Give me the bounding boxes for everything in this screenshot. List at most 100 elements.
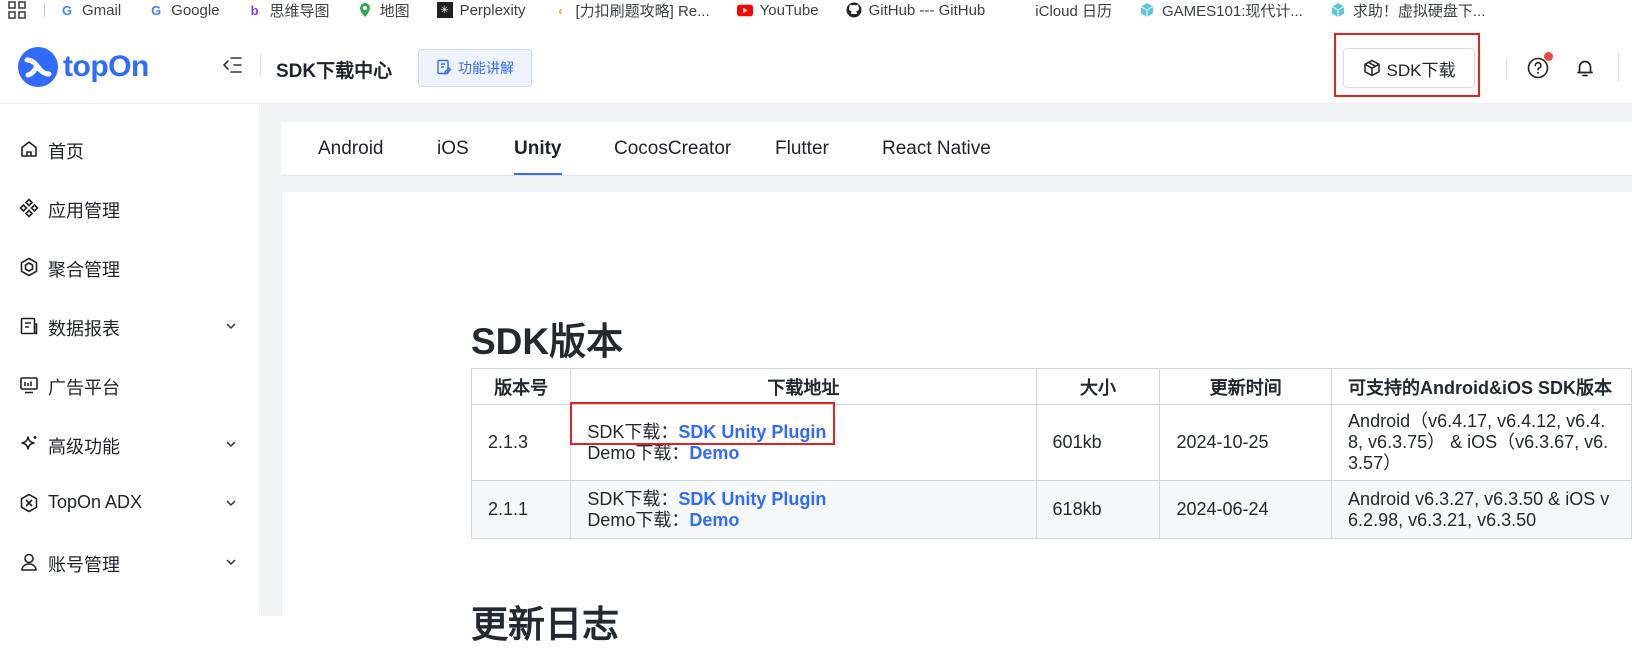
sidebar-item-label: 数据报表 xyxy=(48,319,120,339)
bookmark-label: Google xyxy=(171,1,220,19)
notification-dot xyxy=(1544,52,1553,61)
package-icon xyxy=(1363,59,1380,77)
leetcode-icon: ‹ xyxy=(558,2,563,18)
sidebar-item-app-management[interactable]: 应用管理 xyxy=(0,187,260,227)
app-header: topOn SDK下载中心 功能讲解 SDK下载 xyxy=(0,20,1632,104)
bookmark-label: Perplexity xyxy=(459,1,526,19)
chevron-down-icon[interactable] xyxy=(224,435,238,449)
bookmarks-bar: G Gmail G Google b 思维导图 地图 ✳ Perplexity … xyxy=(0,0,1632,20)
tab-ios[interactable]: iOS xyxy=(437,138,469,160)
sidebar-item-account[interactable]: 账号管理 xyxy=(0,541,260,581)
apps-icon xyxy=(18,197,40,219)
demo-link[interactable]: Demo xyxy=(689,510,739,530)
apps-grid-icon[interactable] xyxy=(8,0,30,20)
adx-icon xyxy=(18,492,40,514)
sidebar-item-mediation[interactable]: 聚合管理 xyxy=(0,246,260,286)
sidebar-item-label: 高级功能 xyxy=(48,437,120,457)
sdk-download-button[interactable]: SDK下载 xyxy=(1343,48,1475,88)
sidebar-item-home[interactable]: 首页 xyxy=(0,128,260,168)
sidebar-item-reports[interactable]: 数据报表 xyxy=(0,305,260,345)
bookmark-gmail[interactable]: G Gmail xyxy=(59,0,121,20)
tab-cocoscreator[interactable]: CocosCreator xyxy=(614,138,731,160)
apple-icon xyxy=(1012,2,1028,18)
bookmark-mindmap[interactable]: b 思维导图 xyxy=(247,0,330,20)
header-divider xyxy=(1506,59,1507,79)
sidebar-item-topon-adx[interactable]: TopOn ADX xyxy=(0,482,260,522)
sdk-download-label: SDK下载 xyxy=(1386,60,1456,80)
logo-text: topOn xyxy=(63,50,149,83)
bookmarks-divider xyxy=(44,3,45,17)
version-cell: 2.1.3 xyxy=(470,404,572,481)
bookmark-label: GAMES101:现代计... xyxy=(1161,2,1303,20)
bookmark-label: YouTube xyxy=(759,1,819,19)
topon-logo[interactable]: topOn xyxy=(17,46,149,88)
active-tab-indicator xyxy=(514,173,562,175)
chevron-down-icon[interactable] xyxy=(224,553,238,567)
header-divider xyxy=(260,53,261,77)
sidebar-item-label: 聚合管理 xyxy=(48,260,120,280)
demo-link[interactable]: Demo xyxy=(689,443,739,463)
column-header: 可支持的Android&iOS SDK版本 xyxy=(1331,368,1632,405)
chevron-down-icon[interactable] xyxy=(224,494,238,508)
platform-tabs: Android iOS Unity CocosCreator Flutter R… xyxy=(281,122,1632,176)
cube-icon xyxy=(1139,2,1155,18)
bookmark-label: 求助！虚拟硬盘下... xyxy=(1352,2,1486,20)
monitor-icon xyxy=(18,374,40,396)
support-cell: Android（v6.4.17, v6.4.12, v6.4. 8, v6.3.… xyxy=(1331,404,1632,481)
table-row: 2.1.1 SDK下载：SDK Unity Plugin Demo下载：Demo… xyxy=(470,480,1632,539)
sidebar-item-label: 应用管理 xyxy=(48,201,120,221)
support-line: Android（v6.4.17, v6.4.12, v6.4. xyxy=(1348,411,1606,431)
bookmark-icloud[interactable]: iCloud 日历 xyxy=(1012,0,1112,20)
sdk-unity-plugin-link[interactable]: SDK Unity Plugin xyxy=(678,489,826,509)
sdk-version-table: 版本号 下载地址 大小 更新时间 可支持的Android&iOS SDK版本 2… xyxy=(470,368,1632,539)
topon-logo-icon xyxy=(18,47,58,87)
size-cell: 618kb xyxy=(1035,480,1161,539)
bookmark-github[interactable]: GitHub --- GitHub xyxy=(846,0,986,20)
bookmark-label: 地图 xyxy=(379,2,410,20)
bookmark-label: GitHub --- GitHub xyxy=(868,1,986,19)
user-icon xyxy=(18,551,40,573)
sdk-download-label: SDK下载： xyxy=(587,488,679,509)
google-g-icon: G xyxy=(151,2,162,18)
sidebar-item-advanced[interactable]: 高级功能 xyxy=(0,423,260,463)
sidebar-item-label: TopOn ADX xyxy=(48,492,143,512)
tab-react-native[interactable]: React Native xyxy=(882,138,991,160)
header-divider xyxy=(1618,53,1619,81)
bookmark-help-vdisk[interactable]: 求助！虚拟硬盘下... xyxy=(1330,0,1486,20)
bookmark-google[interactable]: G Google xyxy=(148,0,219,20)
perplexity-icon: ✳ xyxy=(436,2,453,18)
collapse-sidebar-icon[interactable] xyxy=(222,56,242,74)
home-icon xyxy=(18,138,40,160)
demo-download-label: Demo下载： xyxy=(587,509,690,530)
report-icon xyxy=(18,315,40,337)
google-g-icon: G xyxy=(61,2,73,18)
column-header: 大小 xyxy=(1035,368,1161,405)
sidebar-item-ad-platform[interactable]: 广告平台 xyxy=(0,364,260,404)
bookmark-label: 思维导图 xyxy=(269,2,330,20)
column-header: 版本号 xyxy=(470,368,572,405)
chevron-down-icon[interactable] xyxy=(224,317,238,331)
demo-download-line: Demo下载：Demo xyxy=(587,443,1019,464)
cube-icon xyxy=(1330,2,1346,18)
tab-flutter[interactable]: Flutter xyxy=(775,138,829,160)
feature-explain-label: 功能讲解 xyxy=(458,60,514,76)
bookmark-games101[interactable]: GAMES101:现代计... xyxy=(1139,0,1303,20)
bell-icon[interactable] xyxy=(1575,58,1595,78)
bookmark-leetcode[interactable]: ‹ [力扣刷题攻略] Re... xyxy=(552,0,709,20)
feature-explain-button[interactable]: 功能讲解 xyxy=(418,49,532,87)
support-line: Android v6.3.27, v6.3.50 & iOS v xyxy=(1348,488,1610,509)
bookmark-maps[interactable]: 地图 xyxy=(357,0,410,20)
tab-android[interactable]: Android xyxy=(318,138,384,160)
date-cell: 2024-06-24 xyxy=(1159,480,1333,539)
table-header-row: 版本号 下载地址 大小 更新时间 可支持的Android&iOS SDK版本 xyxy=(470,368,1632,405)
support-cell: Android v6.3.27, v6.3.50 & iOS v 6.2.98,… xyxy=(1331,480,1632,539)
bookmark-youtube[interactable]: YouTube xyxy=(736,0,819,20)
changelog-heading: 更新日志 xyxy=(471,604,619,645)
demo-download-line: Demo下载：Demo xyxy=(587,510,1019,531)
date-cell: 2024-10-25 xyxy=(1159,404,1333,481)
tab-unity[interactable]: Unity xyxy=(514,138,562,160)
support-line: 6.2.98, v6.3.21, v6.3.50 xyxy=(1348,509,1537,530)
demo-download-label: Demo下载： xyxy=(587,442,690,463)
github-icon xyxy=(846,2,862,18)
bookmark-perplexity[interactable]: ✳ Perplexity xyxy=(436,0,526,20)
